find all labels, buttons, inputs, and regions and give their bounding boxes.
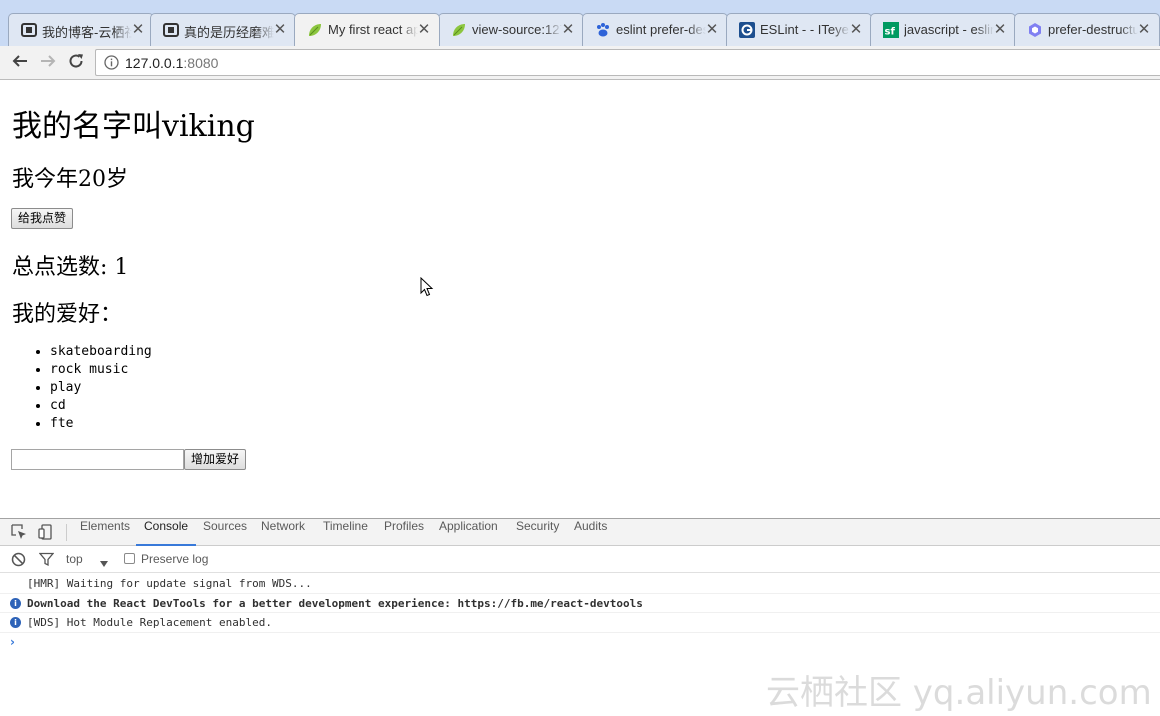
close-icon[interactable]: ✕: [273, 20, 287, 38]
hobbies-list: skateboarding rock music play cd fte: [32, 343, 152, 433]
reload-button[interactable]: [64, 51, 88, 75]
close-icon[interactable]: ✕: [417, 20, 431, 38]
url-host: 127.0.0.1: [125, 55, 184, 71]
devtools-tab-network[interactable]: Network: [261, 519, 305, 546]
info-icon[interactable]: [104, 55, 119, 70]
list-item: cd: [50, 397, 152, 415]
url-text: 127.0.0.1:8080: [125, 55, 218, 71]
reload-icon: [68, 53, 84, 73]
forward-arrow-icon: [40, 53, 56, 73]
csdn-icon: [21, 22, 37, 38]
close-icon[interactable]: ✕: [1137, 20, 1151, 38]
iteye-icon: [739, 22, 755, 38]
devtools-tab-timeline[interactable]: Timeline: [323, 519, 368, 546]
total-likes-heading: 总点选数: 1: [12, 255, 129, 280]
back-arrow-icon: [12, 53, 28, 73]
console-message: [HMR] Waiting for update signal from WDS…: [0, 574, 1160, 594]
browser-tab[interactable]: ESLint - - ITeye ✕: [726, 13, 872, 46]
tab-title: My first react app: [328, 22, 418, 37]
browser-tab[interactable]: sf javascript - eslint ✕: [870, 13, 1016, 46]
chevron-down-icon[interactable]: [99, 554, 115, 570]
mouse-pointer-icon: [420, 276, 434, 301]
preserve-log-label: Preserve log: [141, 552, 209, 566]
tab-title: javascript - eslint: [904, 22, 994, 37]
devtools-tab-sources[interactable]: Sources: [203, 519, 247, 546]
name-heading: 我的名字叫viking: [12, 109, 255, 144]
browser-tabstrip: 我的博客-云栖社区 ✕ 真的是历经磨难 ✕ My first react app…: [0, 0, 1160, 46]
address-bar[interactable]: 127.0.0.1:8080: [95, 49, 1160, 76]
close-icon[interactable]: ✕: [131, 20, 145, 38]
filter-icon[interactable]: [38, 552, 55, 568]
forward-button[interactable]: [36, 51, 60, 75]
close-icon[interactable]: ✕: [849, 20, 863, 38]
inspect-element-icon[interactable]: [11, 524, 27, 540]
devtools-tab-console[interactable]: Console: [136, 519, 197, 546]
tab-title: 真的是历经磨难: [184, 25, 274, 40]
like-button[interactable]: 给我点赞: [11, 208, 74, 229]
console-toolbar: top Preserve log: [0, 546, 1160, 573]
toolbar-divider: [66, 524, 67, 541]
hobby-input[interactable]: [11, 449, 184, 470]
add-hobby-button[interactable]: 增加爱好: [184, 449, 247, 470]
browser-tab-active[interactable]: My first react app ✕: [294, 13, 440, 46]
console-message-text: [WDS] Hot Module Replacement enabled.: [27, 616, 273, 629]
baidu-paw-icon: [595, 22, 611, 38]
back-button[interactable]: [8, 51, 32, 75]
tab-title: 我的博客-云栖社区: [42, 25, 132, 40]
browser-toolbar: 127.0.0.1:8080: [0, 46, 1160, 80]
leaf-icon: [451, 22, 467, 38]
list-item: play: [50, 379, 152, 397]
hobbies-heading: 我的爱好：: [12, 302, 123, 327]
prompt-chevron-icon: ›: [10, 634, 15, 649]
device-toolbar-icon[interactable]: [38, 524, 54, 540]
csdn-icon: [163, 22, 179, 38]
console-message-info: i [WDS] Hot Module Replacement enabled.: [0, 613, 1160, 633]
close-icon[interactable]: ✕: [993, 20, 1007, 38]
eslint-icon: [1027, 22, 1043, 38]
console-message-text[interactable]: Download the React DevTools for a better…: [27, 597, 643, 610]
browser-tab[interactable]: 我的博客-云栖社区 ✕: [8, 13, 154, 46]
tab-title: prefer-destructuring: [1048, 22, 1138, 37]
devtools-tabbar: Elements Console Sources Network Timelin…: [0, 519, 1160, 546]
clear-console-icon[interactable]: [11, 552, 27, 568]
browser-tab[interactable]: eslint prefer-destructuring ✕: [582, 13, 728, 46]
console-message-text: [HMR] Waiting for update signal from WDS…: [27, 577, 312, 590]
list-item: rock music: [50, 361, 152, 379]
console-message-info: i Download the React DevTools for a bett…: [0, 594, 1160, 613]
devtools-tab-elements[interactable]: Elements: [80, 519, 130, 546]
browser-tab[interactable]: view-source:127.0.0.1 ✕: [438, 13, 584, 46]
devtools-tab-application[interactable]: Application: [439, 519, 498, 546]
close-icon[interactable]: ✕: [705, 20, 719, 38]
browser-tab[interactable]: prefer-destructuring ✕: [1014, 13, 1160, 46]
url-port: :8080: [183, 55, 219, 71]
watermark: 云栖社区 yq.aliyun.com: [766, 673, 1152, 713]
tab-title: ESLint - - ITeye: [760, 22, 849, 37]
segmentfault-icon: sf: [883, 22, 899, 38]
info-icon: i: [10, 617, 21, 628]
leaf-icon: [307, 22, 323, 38]
svg-text:sf: sf: [885, 27, 896, 38]
console-prompt[interactable]: ›: [0, 633, 1160, 651]
age-heading: 我今年20岁: [12, 167, 128, 192]
browser-tab[interactable]: 真的是历经磨难 ✕: [150, 13, 296, 46]
list-item: fte: [50, 415, 152, 433]
devtools-tab-security[interactable]: Security: [516, 519, 559, 546]
page-viewport: 我的名字叫viking 我今年20岁 给我点赞 总点选数: 1 我的爱好： sk…: [0, 81, 1160, 518]
tab-title: view-source:127.0.0.1: [472, 22, 562, 37]
preserve-log-checkbox[interactable]: [124, 553, 135, 564]
context-selector[interactable]: top: [66, 552, 83, 566]
close-icon[interactable]: ✕: [561, 20, 575, 38]
tab-title: eslint prefer-destructuring: [616, 22, 706, 37]
list-item: skateboarding: [50, 343, 152, 361]
console-output: [HMR] Waiting for update signal from WDS…: [0, 574, 1160, 651]
info-icon: i: [10, 597, 21, 609]
devtools-tab-profiles[interactable]: Profiles: [384, 519, 424, 546]
devtools-tab-audits[interactable]: Audits: [574, 519, 607, 546]
